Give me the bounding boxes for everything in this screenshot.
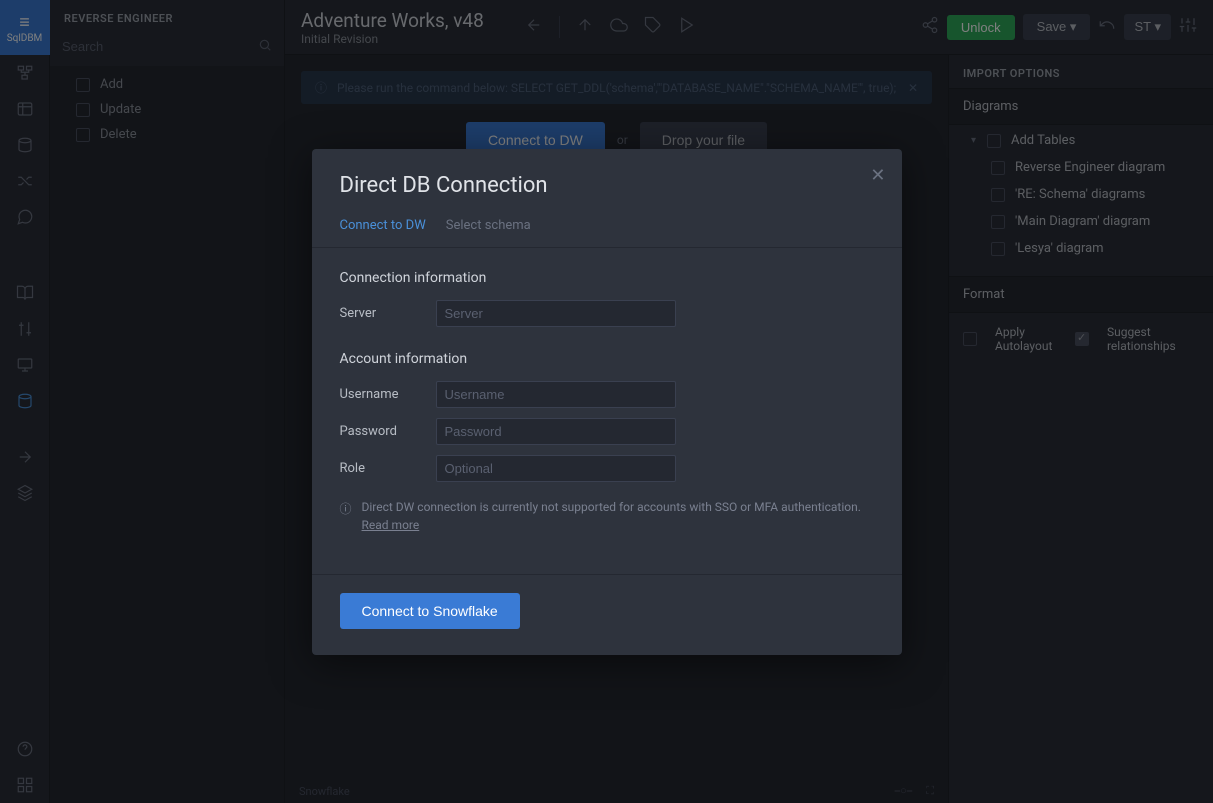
read-more-link[interactable]: Read more	[362, 518, 420, 532]
account-info-heading: Account information	[340, 351, 874, 367]
modal-title: Direct DB Connection	[340, 173, 874, 198]
username-input[interactable]	[436, 381, 676, 408]
password-label: Password	[340, 424, 436, 439]
server-input[interactable]	[436, 300, 676, 327]
password-input[interactable]	[436, 418, 676, 445]
connection-modal: Direct DB Connection ✕ Connect to DW Sel…	[312, 149, 902, 655]
server-label: Server	[340, 306, 436, 321]
close-icon[interactable]: ✕	[870, 165, 885, 186]
info-icon: ⓘ	[340, 500, 352, 534]
note-text: Direct DW connection is currently not su…	[362, 498, 874, 534]
tab-select-schema[interactable]: Select schema	[446, 218, 531, 233]
role-input[interactable]	[436, 455, 676, 482]
connect-snowflake-button[interactable]: Connect to Snowflake	[340, 593, 520, 629]
username-label: Username	[340, 387, 436, 402]
tab-connect-dw[interactable]: Connect to DW	[340, 218, 426, 233]
role-label: Role	[340, 461, 436, 476]
connection-info-heading: Connection information	[340, 270, 874, 286]
